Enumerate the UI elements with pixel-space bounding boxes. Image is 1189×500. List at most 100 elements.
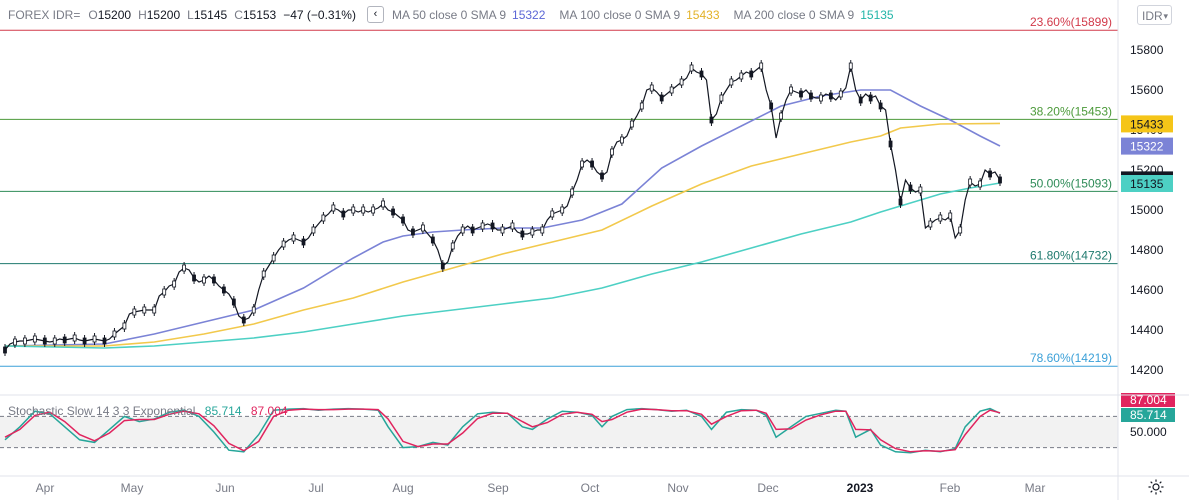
x-tick-label-10: Feb [940,481,961,495]
stochastic-band [0,416,1118,448]
y-tick-label-5: 14800 [1130,243,1164,257]
candle-body [739,72,744,80]
x-tick-label-1: May [121,481,144,495]
candle-body [669,86,674,94]
candle-body [281,240,286,248]
candle-body [470,226,475,234]
candle-body [32,335,37,343]
x-tick-label-0: Apr [36,481,55,495]
candle-body [610,148,614,156]
ma100-label: MA 100 close 0 SMA 9 [559,7,681,22]
price-badge-1: 15322 [1130,140,1164,154]
candle-body [331,204,336,212]
candle-body [789,86,793,94]
candle-body [122,322,127,330]
candle-body [968,178,973,186]
candle-body [3,346,7,354]
candle-body [908,184,913,192]
price-badges: 15433153221515315135 [1121,115,1173,192]
ma50-value: 15322 [512,7,546,22]
low-value: 15145 [193,7,228,22]
candle-body [838,90,843,98]
x-tick-label-8: Dec [757,481,778,495]
currency-select[interactable]: IDR ▾ [1137,5,1172,25]
candle-body [391,208,395,216]
x-tick-label-7: Nov [667,481,688,495]
fib-label-3: 61.80%(14732) [1030,249,1112,263]
candle-body [749,70,754,78]
candle-body [510,222,515,230]
stochastic-k-value: 85.714 [204,404,242,418]
candle-body [580,160,584,168]
candle-body [192,274,196,282]
ma200-line [4,182,1001,349]
candle-body [769,102,774,110]
candle-body [361,206,366,214]
candle-body [411,228,415,236]
candle-body [291,234,296,242]
candle-body [430,236,435,244]
candle-body [152,306,157,314]
candle-body [639,102,644,110]
candle-body [22,337,27,345]
candle-body [132,308,137,316]
candle-body [231,298,236,306]
candle-body [590,160,594,168]
candle-body [629,120,634,128]
stochastic-label: Stochastic Slow 14 3 3 Exponential [8,404,196,418]
candle-body [828,92,833,100]
stochastic-pane: 50.000 87.004 85.714 [0,393,1175,454]
candle-body [620,136,624,144]
candle-body [52,337,57,345]
candle-body [321,214,326,222]
x-tick-label-3: Jul [308,481,323,495]
candle-body [560,206,565,214]
y-tick-label-1: 15600 [1130,83,1164,97]
candle-body [371,206,376,214]
candle-body [729,78,734,86]
candle-body [570,188,575,196]
candle-body [649,84,654,92]
collapse-legend-button[interactable]: ‹ [366,6,384,23]
candle-body [719,94,724,102]
candle-body [341,210,346,218]
candle-body [172,280,177,288]
candle-body [819,94,823,102]
candle-body [112,330,117,338]
low-label: L [187,7,194,22]
gear-icon[interactable] [1147,478,1165,496]
candle-body [868,94,873,102]
candle-body [988,170,992,178]
candle-body [948,212,953,220]
stochastic-axis-label: 50.000 [1130,425,1167,439]
candle-body [918,186,923,194]
x-tick-label-6: Oct [581,481,600,495]
candle-body [689,64,694,72]
candle-body [381,200,386,208]
change-value: −47 (−0.31%) [283,7,356,22]
candle-body [42,337,47,345]
price-chart[interactable]: 23.60%(15899) 38.20%(15453) 50.00%(15093) 6… [0,0,1189,500]
candle-body [241,316,246,324]
open-value: 15200 [97,7,132,22]
y-tick-label-6: 14600 [1130,283,1164,297]
currency-select-value: IDR [1142,9,1163,23]
candle-body [420,224,425,232]
candle-body [898,198,903,206]
price-series [3,60,1002,356]
ma200-value: 15135 [860,7,894,22]
fib-label-4: 78.60%(14219) [1030,351,1112,365]
open-label: O [88,7,98,22]
y-tick-label-8: 14200 [1130,363,1164,377]
candle-body [938,214,943,222]
ma50-label: MA 50 close 0 SMA 9 [391,7,507,22]
stochastic-legend: Stochastic Slow 14 3 3 Exponential 85.71… [8,404,288,418]
candle-body [212,276,216,284]
stochastic-badge-1: 85.714 [1130,408,1167,422]
candle-body [271,254,276,262]
candle-body [659,94,664,102]
close-value: 15153 [242,7,277,22]
candle-body [221,286,226,294]
candle-body [62,336,67,344]
candle-body [261,270,266,278]
